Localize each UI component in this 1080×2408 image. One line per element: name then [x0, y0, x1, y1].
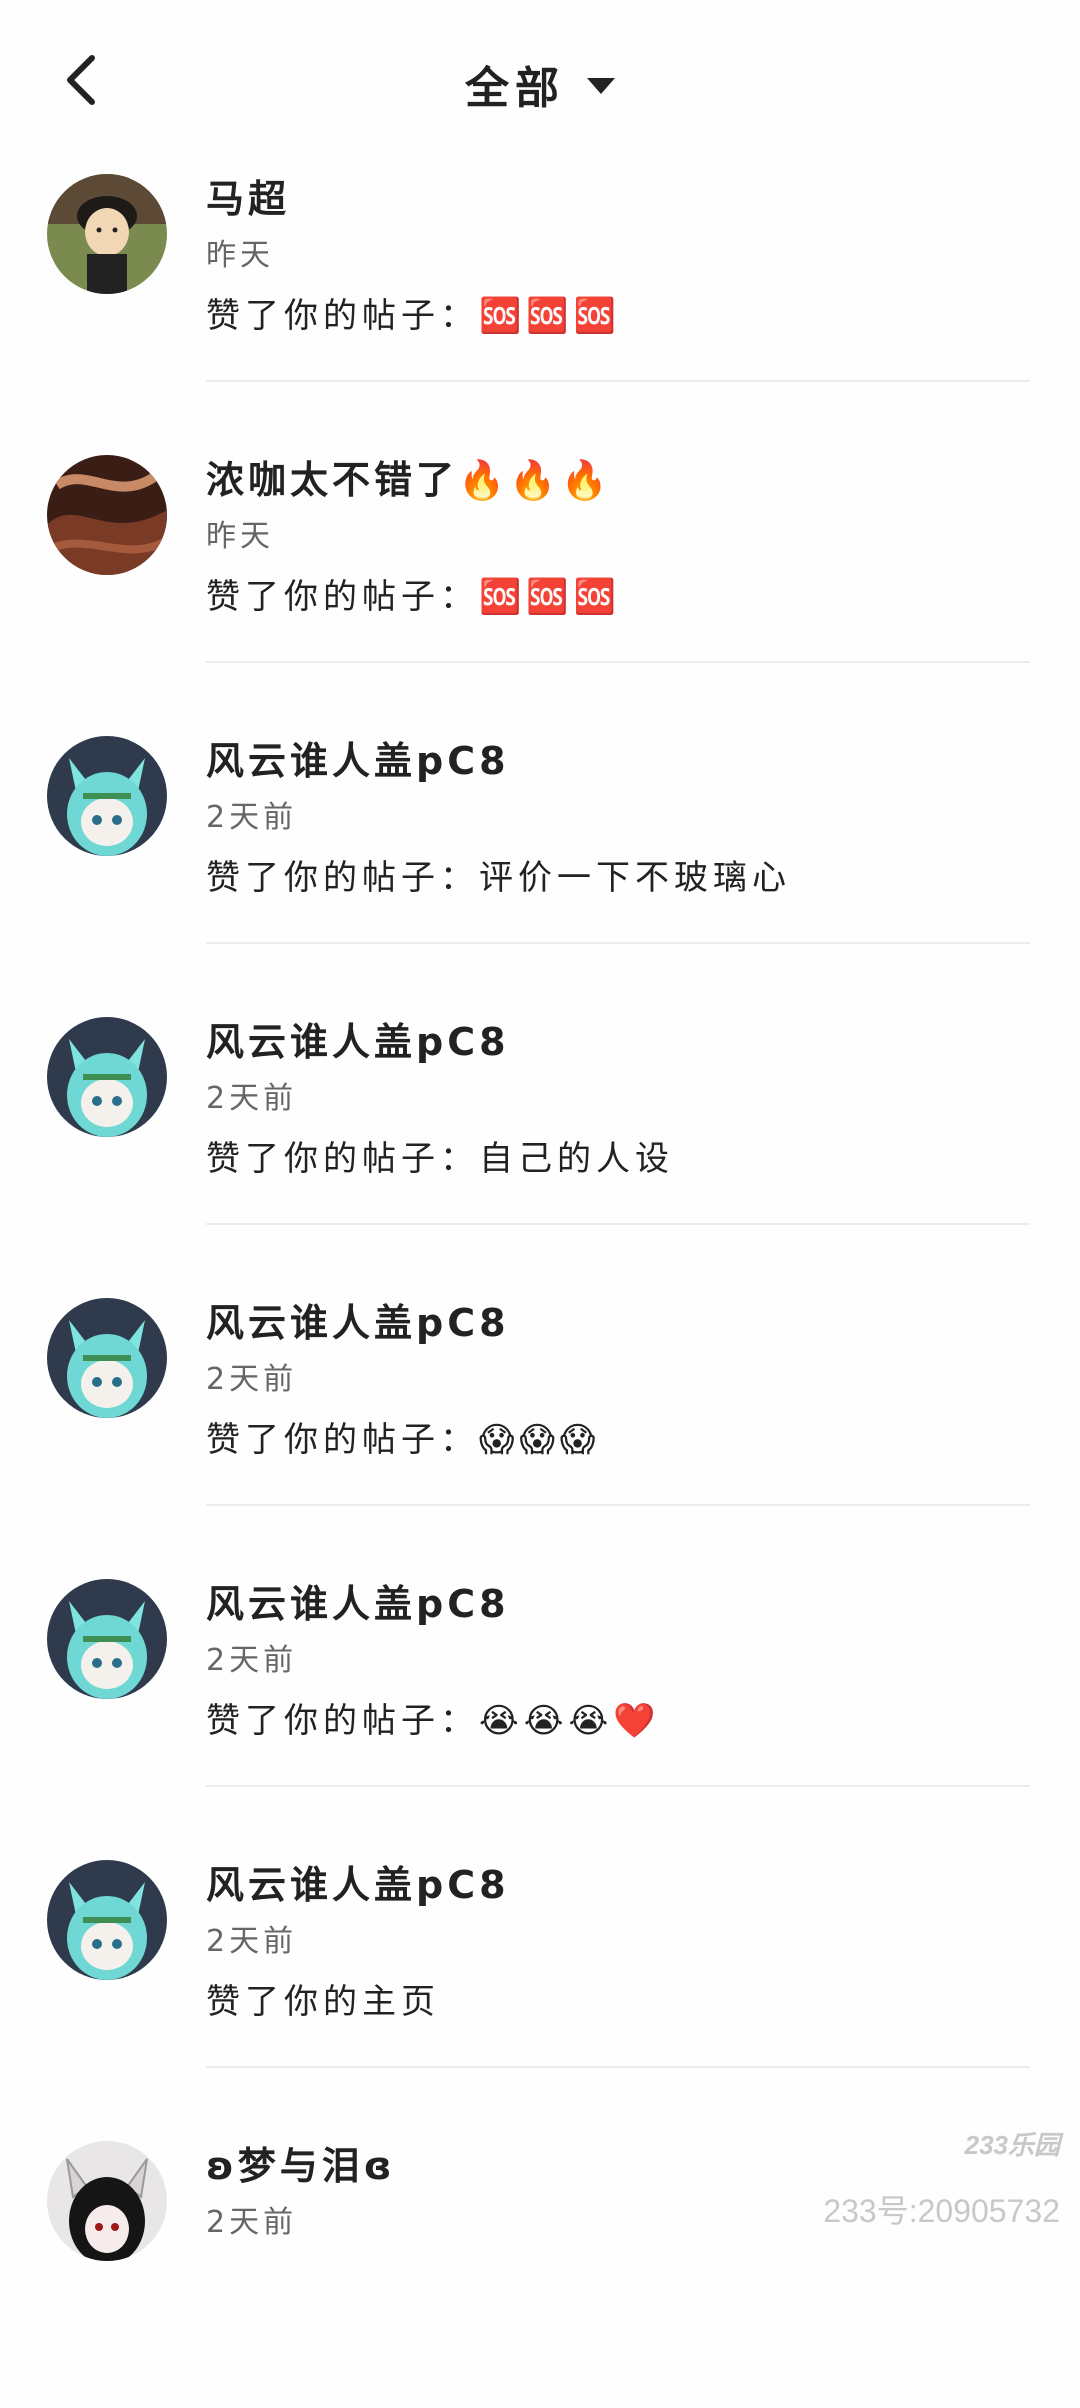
top-bar: 全部 [0, 0, 1080, 160]
watermark-id: 233号:20905732 [823, 2193, 1060, 2229]
notification-text[interactable]: 赞了你的帖子：自己的人设 [206, 1131, 674, 1180]
user-name[interactable]: 风云谁人盖pC8 [206, 1011, 510, 1066]
filter-dropdown[interactable]: 全部 [0, 52, 1080, 116]
avatar[interactable] [47, 1579, 167, 1699]
divider [206, 1223, 1030, 1225]
timestamp: 2天前 [206, 800, 298, 835]
timestamp: 2天前 [206, 1924, 298, 1959]
timestamp: 2天前 [206, 1643, 298, 1678]
timestamp: 2天前 [206, 1081, 298, 1116]
timestamp: 昨天 [206, 238, 274, 273]
user-name[interactable]: 浓咖太不错了🔥🔥🔥 [206, 449, 612, 504]
avatar[interactable] [47, 736, 167, 856]
notification-text[interactable]: 赞了你的帖子：😭😭😭❤️ [206, 1693, 661, 1742]
notification-item[interactable]: 风云谁人盖pC8 2天前 赞了你的帖子：评价一下不玻璃心 [0, 722, 1080, 1003]
notification-item[interactable]: 风云谁人盖pC8 2天前 赞了你的帖子：😭😭😭❤️ [0, 1565, 1080, 1846]
avatar[interactable] [47, 174, 167, 294]
user-name[interactable]: 风云谁人盖pC8 [206, 1573, 510, 1628]
notification-text[interactable]: 赞了你的帖子：🆘🆘🆘 [206, 569, 621, 618]
divider [206, 380, 1030, 382]
timestamp: 昨天 [206, 519, 274, 554]
user-name[interactable]: 风云谁人盖pC8 [206, 730, 510, 785]
notification-text[interactable]: 赞了你的帖子：😱😱😱 [206, 1412, 600, 1461]
divider [206, 2066, 1030, 2068]
divider [206, 1785, 1030, 1787]
notification-item[interactable]: 风云谁人盖pC8 2天前 赞了你的帖子：😱😱😱 [0, 1284, 1080, 1565]
notification-text[interactable]: 赞了你的帖子：🆘🆘🆘 [206, 288, 621, 337]
watermark: 233乐园 233号:20905732 [823, 2125, 1060, 2232]
notification-text[interactable]: 赞了你的帖子：评价一下不玻璃心 [206, 850, 791, 899]
notification-item[interactable]: 风云谁人盖pC8 2天前 赞了你的主页 [0, 1846, 1080, 2127]
user-name[interactable]: 风云谁人盖pC8 [206, 1854, 510, 1909]
divider [206, 1504, 1030, 1506]
avatar[interactable] [47, 1860, 167, 1980]
timestamp: 2天前 [206, 1362, 298, 1397]
user-name[interactable]: ʚ梦与泪ɞ [206, 2135, 396, 2190]
divider [206, 661, 1030, 663]
notification-list: 马超 昨天 赞了你的帖子：🆘🆘🆘 浓咖太不错了🔥🔥🔥 昨天 赞了你的帖子：🆘🆘🆘 [0, 160, 1080, 2408]
caret-down-icon [587, 78, 615, 94]
divider [206, 942, 1030, 944]
filter-label: 全部 [465, 63, 565, 114]
notification-item[interactable]: 风云谁人盖pC8 2天前 赞了你的帖子：自己的人设 [0, 1003, 1080, 1284]
notification-text[interactable]: 赞了你的主页 [206, 1974, 440, 2023]
avatar[interactable] [47, 1298, 167, 1418]
avatar[interactable] [47, 2141, 167, 2261]
notification-item[interactable]: 马超 昨天 赞了你的帖子：🆘🆘🆘 [0, 160, 1080, 441]
avatar[interactable] [47, 1017, 167, 1137]
user-name[interactable]: 风云谁人盖pC8 [206, 1292, 510, 1347]
timestamp: 2天前 [206, 2205, 298, 2240]
watermark-logo: 233乐园 [964, 2130, 1060, 2160]
avatar[interactable] [47, 455, 167, 575]
notification-item[interactable]: 浓咖太不错了🔥🔥🔥 昨天 赞了你的帖子：🆘🆘🆘 [0, 441, 1080, 722]
user-name[interactable]: 马超 [206, 168, 290, 223]
